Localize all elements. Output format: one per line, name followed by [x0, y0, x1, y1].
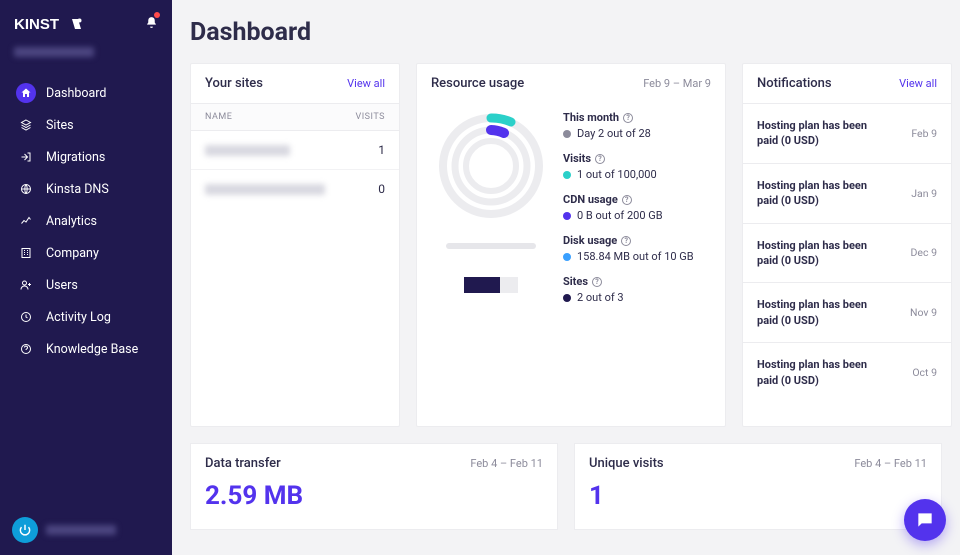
sidebar-item-activity[interactable]: Activity Log: [8, 301, 164, 333]
footer-user-label: [46, 525, 116, 535]
col-visits: VISITS: [356, 112, 386, 122]
notification-item[interactable]: Hosting plan has been paid (0 USD) Nov 9: [743, 282, 951, 342]
help-icon[interactable]: ?: [623, 113, 633, 123]
building-icon: [16, 243, 36, 263]
sidebar-item-dns[interactable]: Kinsta DNS: [8, 173, 164, 205]
date-range: Feb 9 – Mar 9: [643, 77, 711, 90]
card-title: Resource usage: [431, 76, 524, 91]
notification-item[interactable]: Hosting plan has been paid (0 USD) Oct 9: [743, 342, 951, 402]
usage-donut-chart: [436, 111, 546, 221]
sidebar-item-dashboard[interactable]: Dashboard: [8, 77, 164, 109]
account-label: [0, 41, 172, 71]
col-name: NAME: [205, 112, 232, 122]
stat-value: 2.59 MB: [205, 481, 543, 511]
sidebar-item-label: Kinsta DNS: [46, 182, 109, 197]
site-visits: 0: [378, 182, 385, 196]
sidebar-item-label: Dashboard: [46, 86, 106, 101]
your-sites-card: Your sites View all NAME VISITS 1 0: [190, 63, 400, 427]
table-row[interactable]: 1: [191, 131, 399, 170]
notification-item[interactable]: Hosting plan has been paid (0 USD) Dec 9: [743, 223, 951, 283]
progress-bar: [446, 243, 536, 249]
metric-disk: Disk usage? 158.84 MB out of 10 GB: [563, 234, 711, 263]
table-row[interactable]: 0: [191, 170, 399, 208]
sidebar-item-label: Sites: [46, 118, 74, 133]
metric-visits: Visits? 1 out of 100,000: [563, 152, 711, 181]
main-content: Dashboard Your sites View all NAME VISIT…: [172, 0, 960, 555]
logo[interactable]: KINST: [14, 16, 86, 32]
notification-item[interactable]: Hosting plan has been paid (0 USD) Jan 9: [743, 163, 951, 223]
sidebar-item-users[interactable]: Users: [8, 269, 164, 301]
view-all-sites-link[interactable]: View all: [347, 77, 385, 90]
metric-this-month: This month? Day 2 out of 28: [563, 111, 711, 140]
stat-value: 1: [589, 481, 927, 511]
clock-icon: [16, 307, 36, 327]
layers-icon: [16, 115, 36, 135]
help-icon[interactable]: ?: [595, 154, 605, 164]
sidebar-item-sites[interactable]: Sites: [8, 109, 164, 141]
card-title: Unique visits: [589, 456, 664, 471]
chat-launcher-icon[interactable]: [904, 499, 946, 541]
help-icon: [16, 339, 36, 359]
notifications-card: Notifications View all Hosting plan has …: [742, 63, 952, 427]
page-title: Dashboard: [190, 18, 942, 47]
card-title: Notifications: [757, 76, 832, 91]
sidebar-item-label: Company: [46, 246, 99, 261]
sidebar-item-label: Users: [46, 278, 78, 293]
home-icon: [16, 83, 36, 103]
sidebar-item-migrations[interactable]: Migrations: [8, 141, 164, 173]
chart-icon: [16, 211, 36, 231]
notifications-bell-icon[interactable]: [145, 14, 158, 33]
sidebar-item-kb[interactable]: Knowledge Base: [8, 333, 164, 365]
sidebar-item-label: Analytics: [46, 214, 97, 229]
sidebar-item-label: Migrations: [46, 150, 105, 165]
user-plus-icon: [16, 275, 36, 295]
notification-item[interactable]: Hosting plan has been paid (0 USD) Feb 9: [743, 103, 951, 163]
date-range: Feb 4 – Feb 11: [470, 457, 543, 470]
view-all-notifications-link[interactable]: View all: [899, 77, 937, 90]
metric-sites: Sites? 2 out of 3: [563, 275, 711, 304]
site-name: [205, 145, 290, 156]
exit-icon: [16, 147, 36, 167]
help-icon[interactable]: ?: [592, 277, 602, 287]
sidebar-nav: Dashboard Sites Migrations Kinsta DNS An…: [0, 71, 172, 365]
sites-table-header: NAME VISITS: [191, 103, 399, 131]
card-title: Data transfer: [205, 456, 281, 471]
metric-cdn: CDN usage? 0 B out of 200 GB: [563, 193, 711, 222]
sidebar-item-label: Knowledge Base: [46, 342, 138, 357]
sites-bars: [464, 277, 518, 293]
unique-visits-card: Unique visits Feb 4 – Feb 11 1: [574, 443, 942, 530]
data-transfer-card: Data transfer Feb 4 – Feb 11 2.59 MB: [190, 443, 558, 530]
site-name: [205, 184, 325, 195]
help-icon[interactable]: ?: [621, 236, 631, 246]
sidebar: KINST Dashboard Sites: [0, 0, 172, 555]
resource-usage-card: Resource usage Feb 9 – Mar 9: [416, 63, 726, 427]
notification-dot: [154, 12, 160, 18]
sidebar-item-company[interactable]: Company: [8, 237, 164, 269]
site-visits: 1: [378, 143, 385, 157]
card-title: Your sites: [205, 76, 263, 91]
svg-text:KINST: KINST: [14, 16, 59, 32]
sidebar-item-label: Activity Log: [46, 310, 111, 325]
power-icon[interactable]: [12, 517, 38, 543]
globe-icon: [16, 179, 36, 199]
date-range: Feb 4 – Feb 11: [854, 457, 927, 470]
sidebar-footer: [0, 505, 172, 555]
help-icon[interactable]: ?: [622, 195, 632, 205]
sidebar-item-analytics[interactable]: Analytics: [8, 205, 164, 237]
